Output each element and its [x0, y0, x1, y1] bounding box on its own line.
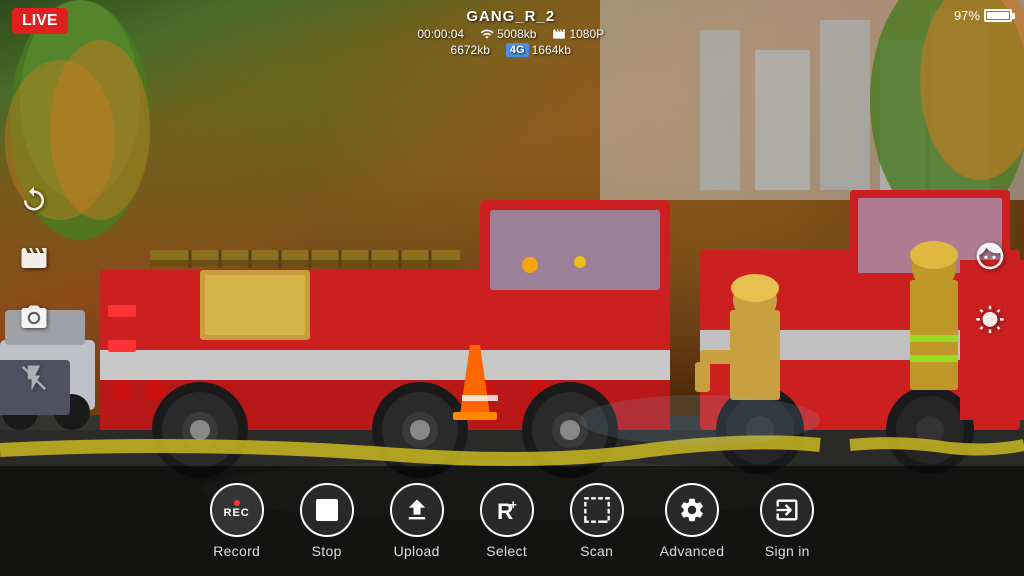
battery-percent: 97%	[954, 8, 980, 23]
resolution-stat: 1080P	[552, 27, 604, 41]
record-button[interactable]: REC Record	[192, 483, 282, 559]
battery-fill	[987, 12, 1009, 19]
resolution-value: 1080P	[569, 27, 604, 41]
svg-text:+: +	[509, 498, 516, 512]
advanced-button[interactable]: Advanced	[642, 483, 743, 559]
upload-button[interactable]: Upload	[372, 483, 462, 559]
lte-stat: 4G 1664kb	[506, 43, 571, 57]
wifi-icon	[480, 27, 494, 41]
upload-icon-circle	[390, 483, 444, 537]
data-stat: 6672kb	[451, 43, 490, 57]
right-icons	[972, 238, 1008, 338]
wifi-value: 5008kb	[497, 27, 536, 41]
scan-button[interactable]: Scan	[552, 483, 642, 559]
advanced-icon-circle	[665, 483, 719, 537]
film-mode-button[interactable]	[16, 240, 52, 276]
data-value: 6672kb	[451, 43, 490, 57]
upload-icon	[403, 496, 431, 524]
stop-button[interactable]: Stop	[282, 483, 372, 559]
gear-icon	[678, 496, 706, 524]
battery-area: 97%	[954, 8, 1012, 23]
scan-icon-circle	[570, 483, 624, 537]
flash-button[interactable]	[16, 360, 52, 396]
camera-rotate-button[interactable]	[16, 180, 52, 216]
signin-icon-circle	[760, 483, 814, 537]
select-icon: R +	[492, 495, 522, 525]
stop-square	[316, 499, 338, 521]
select-icon-circle: R +	[480, 483, 534, 537]
upload-label: Upload	[394, 543, 440, 559]
signin-icon	[773, 496, 801, 524]
photo-button[interactable]	[16, 300, 52, 336]
live-badge[interactable]: LIVE	[12, 8, 68, 34]
rec-dot	[234, 500, 240, 506]
scan-icon	[583, 496, 611, 524]
battery-bar	[984, 9, 1012, 22]
stats-row: 00:00:04 5008kb 1080P	[417, 27, 604, 41]
advanced-label: Advanced	[660, 543, 725, 559]
rec-text: REC	[224, 507, 250, 519]
scan-label: Scan	[580, 543, 613, 559]
lte-badge: 4G	[506, 43, 529, 57]
signin-label: Sign in	[765, 543, 810, 559]
brightness-button[interactable]	[972, 302, 1008, 338]
stats-row-2: 6672kb 4G 1664kb	[417, 43, 604, 57]
time-value: 00:00:04	[417, 27, 464, 41]
left-icons	[16, 180, 52, 396]
record-label: Record	[213, 543, 260, 559]
time-stat: 00:00:04	[417, 27, 464, 41]
resolution-icon	[552, 27, 566, 41]
stop-icon-circle	[300, 483, 354, 537]
top-overlay: LIVE GANG_R_2 00:00:04 5008kb 1080P	[0, 0, 1024, 65]
signin-button[interactable]: Sign in	[742, 483, 832, 559]
face-detection-button[interactable]	[972, 238, 1008, 274]
select-label: Select	[486, 543, 527, 559]
stop-label: Stop	[312, 543, 342, 559]
lte-speed: 1664kb	[532, 43, 571, 57]
bottom-toolbar: REC Record Stop Upload R + Select	[0, 466, 1024, 576]
record-icon-circle: REC	[210, 483, 264, 537]
center-info: GANG_R_2 00:00:04 5008kb 1080P	[417, 8, 604, 57]
device-name: GANG_R_2	[417, 8, 604, 25]
wifi-stat: 5008kb	[480, 27, 536, 41]
select-button[interactable]: R + Select	[462, 483, 552, 559]
